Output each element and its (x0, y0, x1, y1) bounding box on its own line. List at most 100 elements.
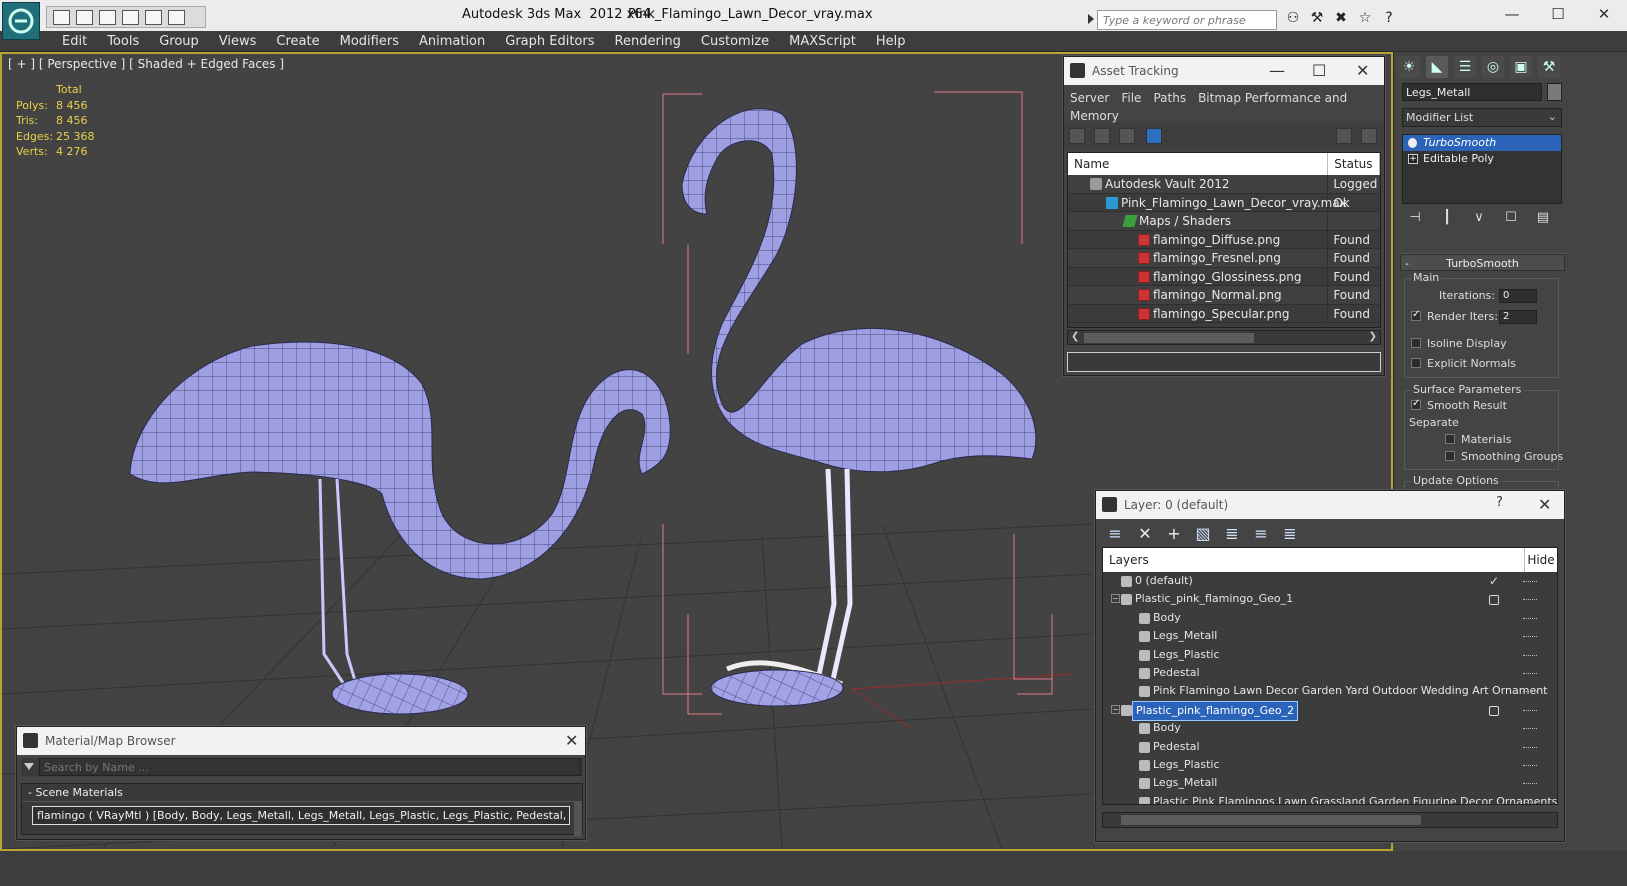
asset-row[interactable]: flamingo_Diffuse.png Found (1068, 230, 1380, 249)
column-layers[interactable]: Layers (1109, 548, 1149, 572)
menu-edit[interactable]: Edit (52, 33, 97, 50)
set-current-box-icon[interactable] (1489, 705, 1499, 716)
menu-views[interactable]: Views (209, 33, 267, 50)
explicit-normals-checkbox[interactable] (1411, 358, 1421, 368)
rollout-header[interactable]: - TurboSmooth (1400, 254, 1565, 271)
help-icon[interactable]: ? (1381, 10, 1397, 26)
help-icon[interactable] (1336, 128, 1352, 144)
help-button[interactable]: ? (1496, 495, 1503, 510)
asset-row[interactable]: flamingo_Normal.png Found (1068, 286, 1380, 305)
object-row[interactable]: Body (1103, 609, 1557, 627)
redo-icon[interactable] (168, 9, 185, 25)
minimize-button[interactable]: — (1489, 0, 1535, 30)
utilities-tab-icon[interactable]: ⚒ (1538, 56, 1560, 78)
select-objects-icon[interactable]: ▧ (1194, 525, 1212, 543)
tools-icon[interactable]: ⚒ (1309, 10, 1325, 26)
set-current-layer-icon[interactable]: ≡ (1252, 525, 1270, 543)
hierarchy-tab-icon[interactable]: ☰ (1454, 56, 1476, 78)
display-tab-icon[interactable]: ▣ (1510, 56, 1532, 78)
select-layer-icon[interactable]: ≣ (1223, 525, 1241, 543)
menu-rendering[interactable]: Rendering (605, 33, 691, 50)
viewport-label[interactable]: [ + ] [ Perspective ] [ Shaded + Edged F… (8, 57, 284, 71)
smooth-result-checkbox[interactable] (1411, 398, 1421, 410)
options-dropdown-icon[interactable] (24, 763, 34, 770)
hide-toggle[interactable] (1523, 672, 1537, 674)
set-current-box-icon[interactable] (1489, 595, 1499, 606)
minimize-button[interactable]: — (1269, 61, 1285, 80)
object-row[interactable]: Plastic Pink Flamingos Lawn Grassland Ga… (1103, 793, 1557, 804)
layer-row[interactable]: − Plastic_pink_flamingo_Geo_1 (1103, 590, 1557, 608)
material-entry[interactable]: flamingo ( VRayMtl ) [Body, Body, Legs_M… (32, 806, 570, 825)
current-layer-check-icon[interactable]: ✓ (1489, 572, 1499, 590)
render-iters-spinner[interactable]: 2 (1499, 310, 1537, 324)
settings-icon[interactable] (1361, 128, 1377, 144)
asset-row[interactable]: Maps / Shaders (1068, 212, 1380, 231)
maximize-button[interactable]: ☐ (1312, 61, 1326, 80)
object-row[interactable]: Pedestal (1103, 738, 1557, 756)
maximize-button[interactable]: ☐ (1535, 0, 1581, 30)
hide-toggle[interactable] (1523, 691, 1537, 693)
asset-menu-paths[interactable]: Paths (1153, 91, 1186, 105)
hide-toggle[interactable] (1523, 636, 1537, 638)
save-icon[interactable] (76, 9, 93, 25)
hide-toggle[interactable] (1523, 746, 1537, 748)
scrollbar-thumb[interactable] (1121, 815, 1421, 825)
show-end-result-icon[interactable]: ┃ (1438, 209, 1456, 227)
hide-toggle[interactable] (1523, 764, 1537, 766)
layer-horizontal-scrollbar[interactable] (1102, 812, 1558, 828)
object-row[interactable]: Legs_Metall (1103, 627, 1557, 645)
hide-toggle[interactable] (1523, 801, 1537, 803)
configure-sets-icon[interactable]: ▤ (1534, 209, 1552, 227)
object-row[interactable]: Legs_Plastic (1103, 756, 1557, 774)
binoculars-icon[interactable]: ⚇ (1285, 10, 1301, 26)
scene-materials-header[interactable]: - Scene Materials (22, 784, 582, 802)
object-row[interactable]: Body (1103, 719, 1557, 737)
asset-row[interactable]: flamingo_Glossiness.png Found (1068, 267, 1380, 286)
collapse-icon[interactable]: − (1111, 594, 1120, 604)
materials-checkbox[interactable] (1445, 434, 1455, 444)
column-name[interactable]: Name (1068, 153, 1329, 175)
layer-row[interactable]: 0 (default) ✓ (1103, 572, 1557, 590)
menu-create[interactable]: Create (266, 33, 329, 50)
hide-all-icon[interactable]: ≣ (1281, 525, 1299, 543)
collapse-icon[interactable]: − (1111, 704, 1120, 714)
expand-icon[interactable]: + (1408, 154, 1418, 164)
stack-item-turbosmooth[interactable]: TurboSmooth (1403, 135, 1561, 151)
menu-modifiers[interactable]: Modifiers (330, 33, 409, 50)
undo-icon[interactable] (145, 9, 162, 25)
isoline-row[interactable]: Isoline Display (1411, 337, 1507, 350)
layer-row[interactable]: − Plastic_pink_flamingo_Geo_2 (1103, 700, 1557, 721)
object-row[interactable]: Legs_Metall (1103, 774, 1557, 792)
materials-row[interactable]: Materials (1445, 433, 1511, 446)
hide-toggle[interactable] (1523, 783, 1537, 785)
asset-horizontal-scrollbar[interactable]: ❮ ❯ (1067, 330, 1381, 345)
hide-toggle[interactable] (1523, 654, 1537, 656)
asset-path-field[interactable] (1067, 352, 1381, 372)
star-icon[interactable]: ☆ (1357, 10, 1373, 26)
smooth-result-row[interactable]: Smooth Result (1411, 398, 1507, 412)
asset-row[interactable]: Autodesk Vault 2012 Logged Out (1068, 175, 1380, 194)
close-button[interactable]: ✕ (1356, 61, 1369, 80)
menu-customize[interactable]: Customize (691, 33, 779, 50)
asset-row[interactable]: Pink_Flamingo_Lawn_Decor_vray.max Ok (1068, 193, 1380, 212)
render-iters-row[interactable]: Render Iters: (1411, 309, 1498, 323)
material-browser-titlebar[interactable]: Material/Map Browser ✕ (17, 727, 585, 755)
menu-maxscript[interactable]: MAXScript (779, 33, 866, 50)
tree-view-icon[interactable] (1119, 128, 1135, 144)
remove-modifier-icon[interactable]: ☐ (1502, 209, 1520, 227)
asset-menu-file[interactable]: File (1121, 91, 1141, 105)
modify-tab-icon[interactable]: ◣ (1426, 56, 1448, 78)
close-button[interactable]: ✕ (1538, 495, 1551, 514)
layer-titlebar[interactable]: Layer: 0 (default) ? ✕ (1096, 491, 1564, 519)
new-file-icon[interactable] (99, 9, 116, 25)
iterations-spinner[interactable]: 0 (1499, 289, 1537, 303)
open-folder-icon[interactable] (53, 9, 70, 25)
object-row[interactable]: Legs_Plastic (1103, 646, 1557, 664)
render-iters-checkbox[interactable] (1411, 309, 1421, 321)
menu-group[interactable]: Group (149, 33, 209, 50)
smoothing-groups-row[interactable]: Smoothing Groups (1445, 450, 1563, 463)
explicit-normals-row[interactable]: Explicit Normals (1411, 357, 1516, 370)
list-view-icon[interactable] (1094, 128, 1110, 144)
smoothing-groups-checkbox[interactable] (1445, 451, 1455, 461)
column-hide[interactable]: Hide (1524, 548, 1557, 572)
